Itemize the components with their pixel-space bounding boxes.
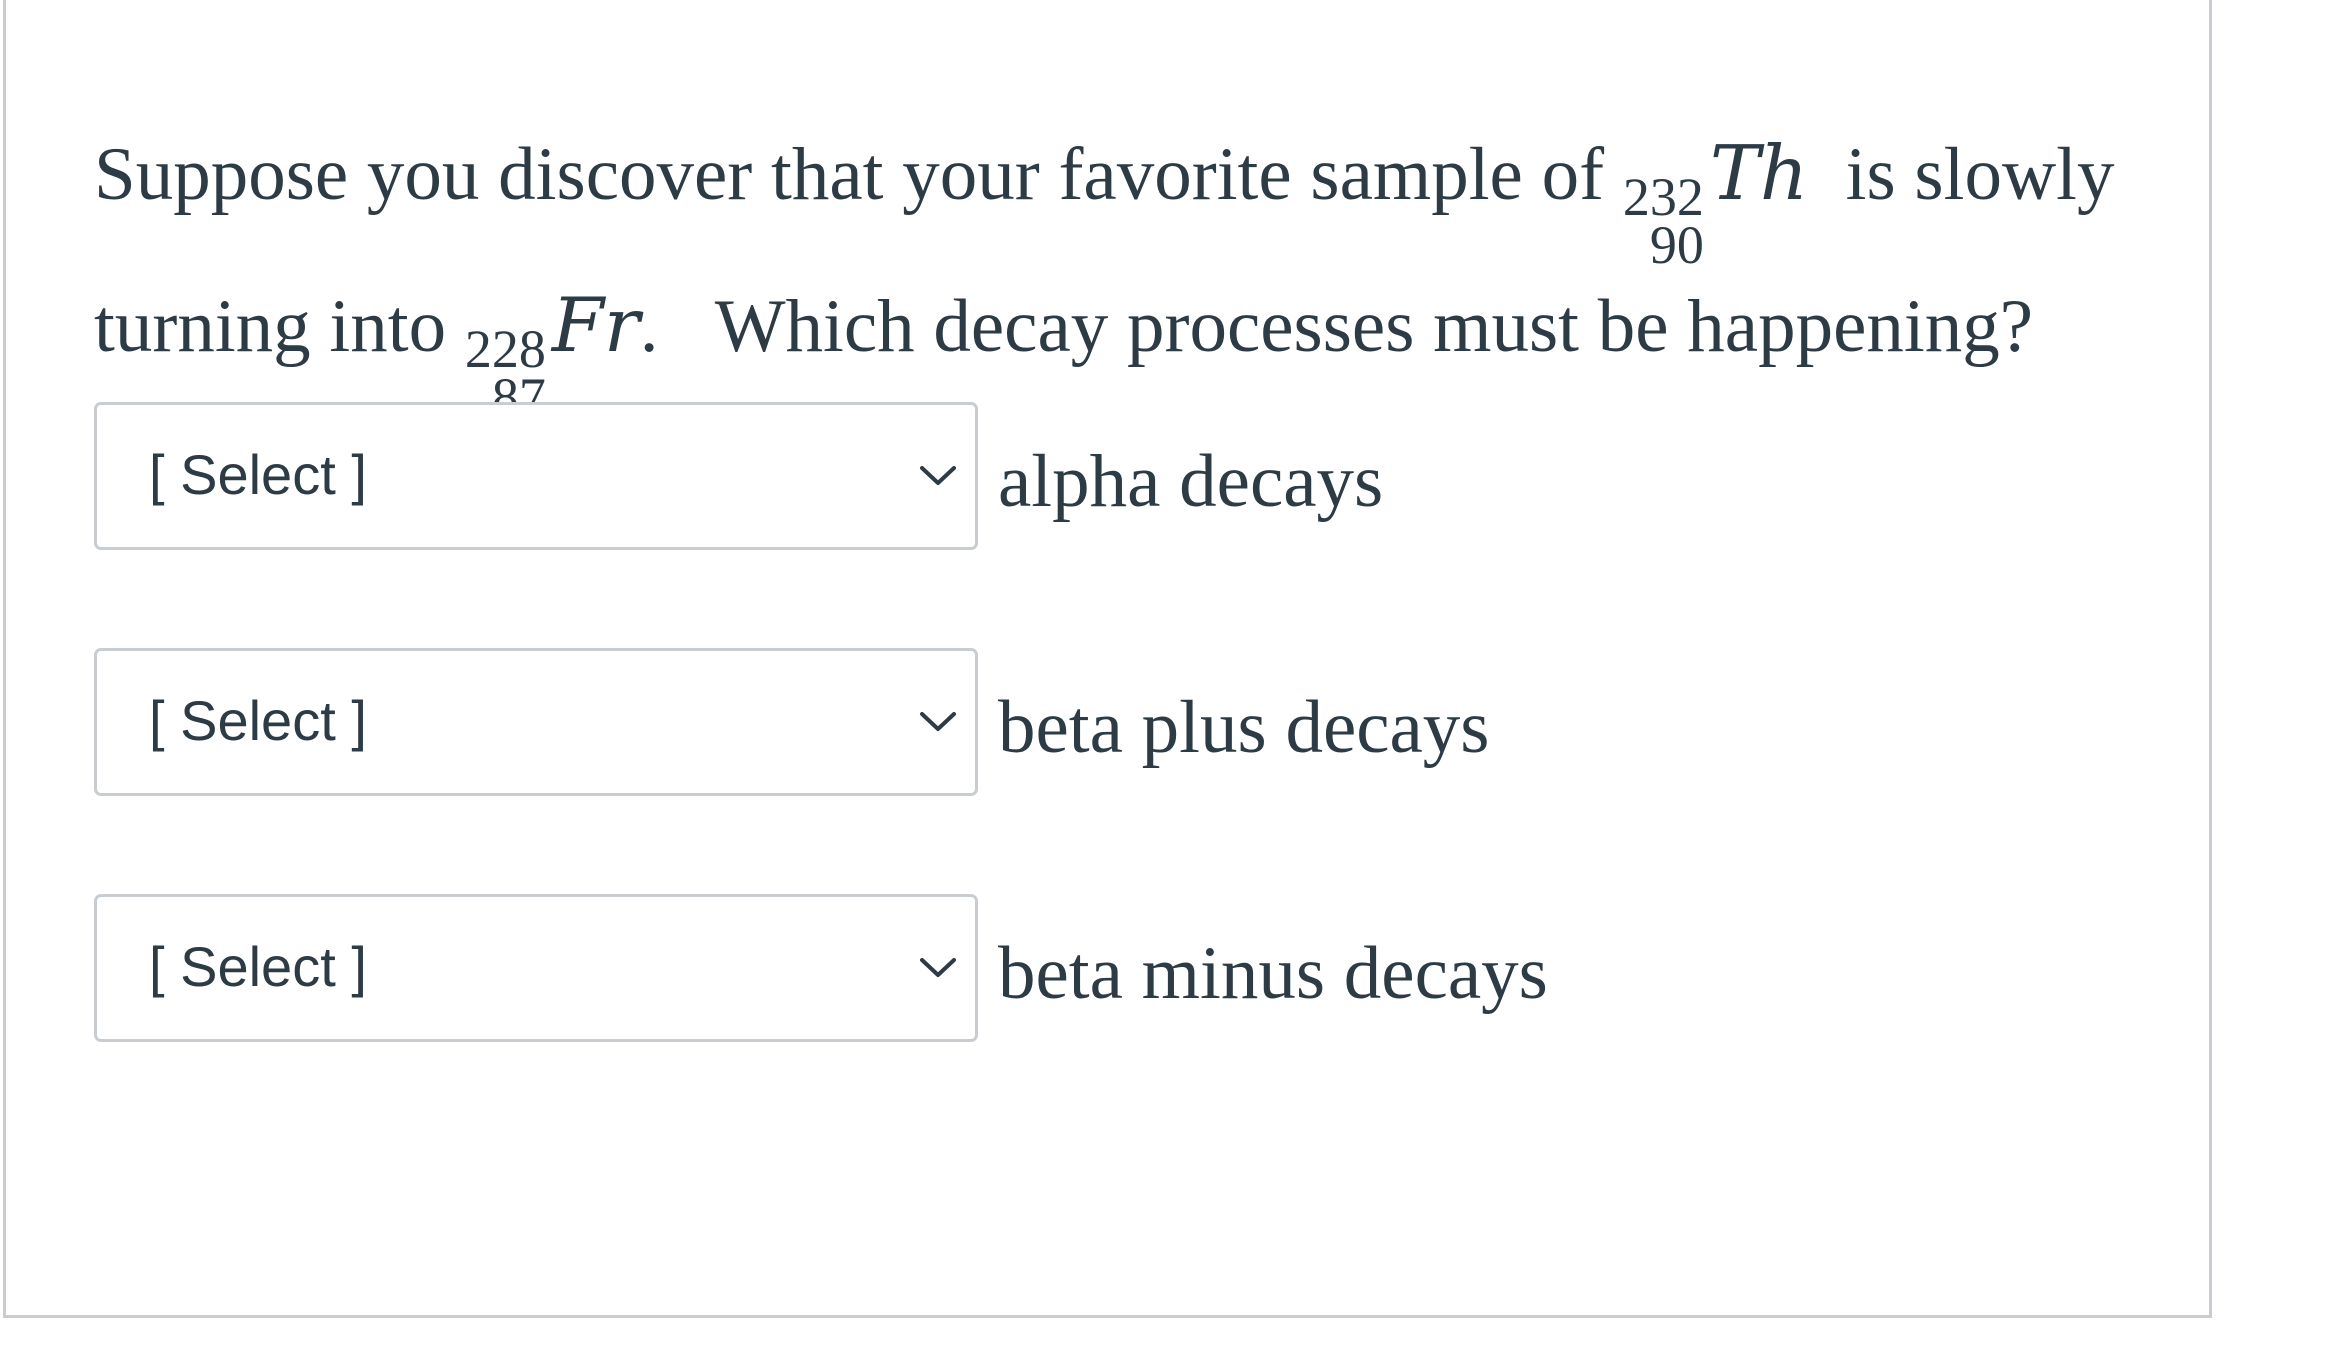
beta-plus-decays-label: beta plus decays — [998, 686, 1490, 769]
chevron-down-icon — [920, 712, 956, 731]
question-text-part5: Which decay processes must be happening? — [714, 285, 2034, 368]
beta-plus-decays-select[interactable]: [ Select ] — [94, 648, 978, 796]
alpha-decays-select-value: [ Select ] — [149, 443, 367, 507]
question-line-2: turning into 228 87 Fr. Which decay proces… — [94, 269, 2194, 424]
chevron-down-icon — [920, 958, 956, 977]
thorium-mass-number: 232 — [1622, 167, 1704, 227]
thorium-nuclide: 232 90 Th — [1622, 117, 1809, 275]
beta-minus-decays-row: [ Select ] beta minus decays — [94, 892, 1548, 1044]
alpha-decays-label: alpha decays — [998, 440, 1384, 523]
question-text-part1: Suppose you discover that your favorite … — [94, 133, 1605, 216]
francium-period: . — [639, 285, 659, 368]
francium-nuclide: 228 87 Fr. — [464, 269, 659, 424]
beta-minus-decays-select[interactable]: [ Select ] — [94, 894, 978, 1042]
alpha-decays-row: [ Select ] alpha decays — [94, 400, 1383, 552]
francium-symbol: Fr — [551, 281, 640, 369]
question-text-part2: is slowly — [1845, 133, 2115, 216]
alpha-decays-select[interactable]: [ Select ] — [94, 402, 978, 550]
thorium-symbol: Th — [1709, 129, 1809, 217]
beta-plus-decays-select-value: [ Select ] — [149, 689, 367, 753]
francium-mass-number: 228 — [464, 319, 546, 379]
beta-minus-decays-select-value: [ Select ] — [149, 935, 367, 999]
beta-minus-decays-label: beta minus decays — [998, 932, 1548, 1015]
chevron-down-icon — [920, 466, 956, 485]
beta-plus-decays-row: [ Select ] beta plus decays — [94, 646, 1490, 798]
question-text-part3: turning into — [94, 285, 447, 368]
question-line-1: Suppose you discover that your favorite … — [94, 117, 2194, 275]
question-panel: Suppose you discover that your favorite … — [3, 0, 2212, 1318]
question-text: Suppose you discover that your favorite … — [94, 117, 2194, 424]
thorium-atomic-number: 90 — [1649, 215, 1704, 275]
